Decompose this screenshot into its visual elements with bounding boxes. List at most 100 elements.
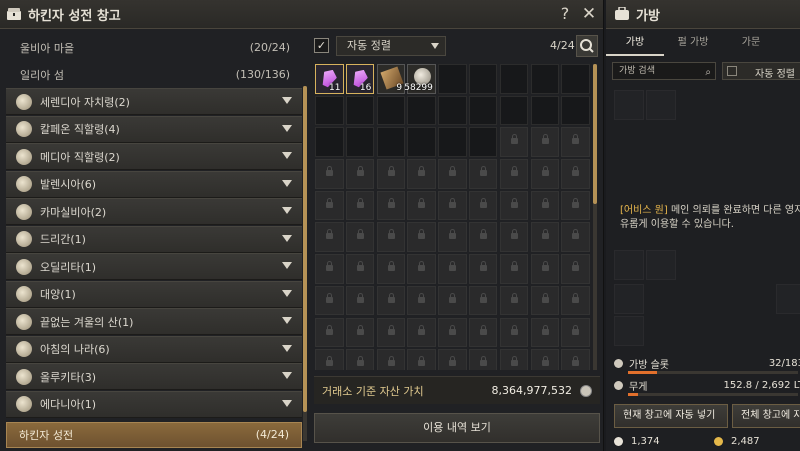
region-group-calpheon[interactable]: 칼페온 직할령(4) xyxy=(6,115,302,143)
region-group-label: 카마실비아(2) xyxy=(40,205,107,219)
empty-slot[interactable] xyxy=(561,95,590,126)
empty-slot[interactable] xyxy=(530,95,560,126)
locked-slot xyxy=(345,285,375,316)
asset-value: 8,364,977,532 xyxy=(491,384,572,397)
region-item-velia[interactable]: 울비아 마을 (20/24) xyxy=(6,34,302,61)
locked-slot xyxy=(438,222,467,252)
item-quantity: 16 xyxy=(359,82,372,93)
region-group-serendia[interactable]: 세렌디아 자치령(2) xyxy=(6,88,302,115)
region-list-scrollbar[interactable] xyxy=(303,86,307,441)
chevron-down-icon xyxy=(282,262,292,269)
kamasylvia-icon xyxy=(16,203,32,220)
view-history-button[interactable]: 이용 내역 보기 xyxy=(314,413,600,443)
tab-family[interactable]: 가문 xyxy=(722,32,780,56)
empty-slot[interactable] xyxy=(438,64,467,94)
region-name: 하킨자 성전 xyxy=(19,428,74,442)
locked-slot xyxy=(376,349,406,370)
bag-weight-row: 무게 152.8 / 2,692 LT xyxy=(614,378,800,393)
locked-slot xyxy=(530,317,560,347)
locked-slot xyxy=(315,254,344,284)
item-slot[interactable]: 16 xyxy=(345,64,375,94)
region-group-label: 발렌시아(6) xyxy=(40,178,97,191)
bag-locked-message: [어비스 원] 메인 의뢰를 완료하면 다른 영지 유롭게 이용할 수 있습니다… xyxy=(620,204,800,232)
region-group-label: 세렌디아 자치령(2) xyxy=(40,95,130,109)
item-slot[interactable]: 11 xyxy=(315,64,344,94)
empty-slot[interactable] xyxy=(407,95,436,126)
locked-slot xyxy=(315,349,344,370)
empty-slot[interactable] xyxy=(376,127,406,157)
chevron-down-icon xyxy=(282,152,292,159)
tab-bag[interactable]: 가방 xyxy=(606,32,664,56)
empty-slot[interactable] xyxy=(468,64,498,94)
empty-slot[interactable] xyxy=(315,127,344,157)
region-group-valencia[interactable]: 발렌시아(6) xyxy=(6,170,302,198)
empty-slot[interactable] xyxy=(315,95,344,126)
mountain-icon xyxy=(16,313,32,330)
scrollbar-thumb[interactable] xyxy=(593,64,597,204)
search-icon: ⌕ xyxy=(705,67,711,78)
region-group-kamasylvia[interactable]: 카마실비아(2) xyxy=(6,198,302,225)
locked-slot xyxy=(614,90,644,120)
locked-slot xyxy=(499,285,529,316)
empty-slot[interactable] xyxy=(345,95,375,126)
locked-slot xyxy=(376,222,406,252)
region-group-label: 칼페온 직할령(4) xyxy=(40,123,120,136)
bag-search-input[interactable]: 가방 검색 ⌕ xyxy=(612,62,716,80)
chevron-down-icon xyxy=(282,179,292,187)
morning-land-icon xyxy=(16,341,32,357)
empty-slot[interactable] xyxy=(468,95,498,126)
search-button[interactable] xyxy=(576,35,598,57)
empty-slot[interactable] xyxy=(530,64,560,94)
item-slot[interactable]: 9 xyxy=(376,64,406,94)
bag-icon xyxy=(615,7,629,20)
region-group-mountain[interactable]: 끝없는 겨울의 산(1) xyxy=(6,308,302,335)
item-quantity: 58299 xyxy=(404,82,433,93)
region-group-ocean[interactable]: 대양(1) xyxy=(6,280,302,308)
chevron-down-icon xyxy=(282,344,292,352)
region-group-odyllita[interactable]: 오딜리타(1) xyxy=(6,253,302,280)
region-group-drieghan[interactable]: 드리간(1) xyxy=(6,225,302,253)
chevron-down-icon xyxy=(282,399,292,407)
empty-slot[interactable] xyxy=(499,64,529,94)
bag-title: 가방 xyxy=(636,8,660,24)
bag-slots-value: 32/183 xyxy=(768,358,800,369)
region-group-mediah[interactable]: 메디아 직할령(2) xyxy=(6,143,302,170)
auto-sort-checkbox[interactable]: ✓ xyxy=(314,38,329,53)
item-slot[interactable]: 58299 xyxy=(404,64,436,94)
locked-slot xyxy=(468,159,498,189)
locked-slot xyxy=(530,349,560,370)
empty-slot[interactable] xyxy=(407,127,436,157)
odyllita-icon xyxy=(16,258,32,275)
empty-slot[interactable] xyxy=(499,95,529,126)
empty-slot[interactable] xyxy=(345,127,375,157)
auto-sort-checkbox[interactable] xyxy=(727,66,737,76)
empty-slot[interactable] xyxy=(376,95,406,126)
region-group-label: 올루키타(3) xyxy=(40,370,97,384)
locked-slot xyxy=(438,254,467,284)
currency-gold: 2,487 xyxy=(714,436,760,447)
empty-slot[interactable] xyxy=(438,127,467,157)
bag-auto-sort[interactable]: 자동 정렬 xyxy=(722,62,800,80)
locked-slot xyxy=(438,190,467,221)
empty-slot[interactable] xyxy=(561,64,590,94)
locked-slot xyxy=(376,254,406,284)
sort-dropdown[interactable]: 자동 정렬 xyxy=(336,36,446,56)
close-button[interactable]: ✕ xyxy=(580,5,598,23)
grid-scrollbar[interactable] xyxy=(593,64,597,370)
locked-slot xyxy=(315,317,344,347)
scrollbar-thumb[interactable] xyxy=(303,86,307,412)
region-item-iliya[interactable]: 일리아 섬 (130/136) xyxy=(6,61,302,88)
region-item-selected[interactable]: 하킨자 성전 (4/24) xyxy=(6,421,302,448)
empty-slot[interactable] xyxy=(468,127,498,157)
auto-deposit-current-button[interactable]: 현재 창고에 자동 넣기 xyxy=(614,404,728,428)
chevron-down-icon xyxy=(282,207,292,214)
help-button[interactable]: ? xyxy=(556,5,574,23)
region-group-olukita[interactable]: 올루키타(3) xyxy=(6,363,302,390)
region-group-morning-land[interactable]: 아침의 나라(6) xyxy=(6,335,302,363)
bag-header: 가방 xyxy=(606,0,800,29)
chevron-down-icon xyxy=(282,124,292,132)
empty-slot[interactable] xyxy=(438,95,467,126)
region-group-edania[interactable]: 에다니아(1) xyxy=(6,390,302,418)
auto-deposit-all-button[interactable]: 전체 창고에 자 xyxy=(732,404,800,428)
tab-pearl-bag[interactable]: 펄 가방 xyxy=(664,32,722,56)
